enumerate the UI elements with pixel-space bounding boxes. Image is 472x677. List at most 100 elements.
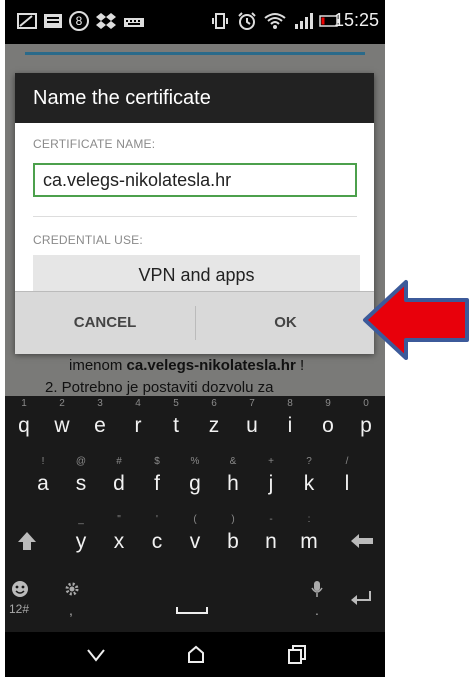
back-chevron-icon[interactable] xyxy=(76,640,116,670)
certificate-name-label: CERTIFICATE NAME: xyxy=(33,137,156,151)
gear-icon[interactable] xyxy=(63,580,81,598)
home-icon[interactable] xyxy=(176,640,216,670)
key-alt-label: _ xyxy=(78,514,84,525)
key-y[interactable]: _ y xyxy=(62,512,100,568)
signal-icon xyxy=(295,13,313,29)
period-key[interactable]: . xyxy=(315,602,319,618)
key-alt-label: 7 xyxy=(249,398,255,409)
dialog-title: Name the certificate xyxy=(15,73,374,123)
enter-icon[interactable] xyxy=(349,589,373,607)
key-label: u xyxy=(246,414,258,437)
key-label: v xyxy=(189,530,201,553)
mic-icon[interactable] xyxy=(311,580,323,598)
keyboard-icon xyxy=(124,18,144,27)
button-divider xyxy=(195,306,196,340)
key-t[interactable]: 5t xyxy=(157,396,195,452)
key-alt-label: @ xyxy=(75,456,87,467)
key-n[interactable]: -n xyxy=(252,512,290,568)
key-label: n xyxy=(265,530,277,553)
symbols-key[interactable]: 12# xyxy=(9,602,29,616)
key-d[interactable]: # d xyxy=(100,454,138,510)
key-m[interactable]: :m xyxy=(290,512,328,568)
key-s[interactable]: @ s xyxy=(62,454,100,510)
key-label: k xyxy=(303,472,315,495)
key-g[interactable]: % g xyxy=(176,454,214,510)
key-label: g xyxy=(189,472,201,495)
key-v[interactable]: (v xyxy=(176,512,214,568)
key-f[interactable]: $ f xyxy=(138,454,176,510)
red-pointer-arrow-icon xyxy=(363,280,469,360)
key-k[interactable]: ? k xyxy=(290,454,328,510)
credential-use-label: CREDENTIAL USE: xyxy=(33,233,143,247)
key-label: s xyxy=(75,472,87,495)
key-a[interactable]: ! a xyxy=(24,454,62,510)
key-b[interactable]: ) b xyxy=(214,512,252,568)
key-label: f xyxy=(154,472,160,495)
key-p[interactable]: 0p xyxy=(347,396,385,452)
key-alt-label: + xyxy=(268,456,274,467)
key-label: h xyxy=(227,472,239,495)
credential-use-select[interactable]: VPN and apps xyxy=(33,255,360,295)
key-alt-label: ! xyxy=(41,456,45,467)
key-alt-label: 6 xyxy=(211,398,217,409)
key-h[interactable]: & h xyxy=(214,454,252,510)
key-label: e xyxy=(94,414,106,437)
dialog-button-bar: CANCEL OK xyxy=(15,291,374,354)
message-icon xyxy=(44,14,62,28)
name-certificate-dialog: Name the certificate CERTIFICATE NAME: c… xyxy=(15,73,374,354)
background-text-line2: 2. Potrebno je postaviti dozvolu za xyxy=(45,379,274,396)
navigation-bar xyxy=(5,632,385,677)
key-alt-label: / xyxy=(345,456,349,467)
key-i[interactable]: 8i xyxy=(271,396,309,452)
key-label: x xyxy=(113,530,125,553)
comma-key[interactable]: , xyxy=(69,602,73,618)
vibrate-icon xyxy=(212,13,228,29)
shift-icon[interactable] xyxy=(15,529,39,553)
backspace-icon[interactable] xyxy=(349,531,375,551)
key-alt-label: 5 xyxy=(173,398,179,409)
key-label: m xyxy=(300,530,318,553)
key-label: b xyxy=(227,530,239,553)
key-alt-label: # xyxy=(116,456,122,467)
key-alt-label: % xyxy=(190,456,200,467)
key-j[interactable]: + j xyxy=(252,454,290,510)
recents-icon[interactable] xyxy=(276,640,316,670)
key-w[interactable]: 2w xyxy=(43,396,81,452)
key-label: r xyxy=(134,414,142,437)
key-alt-label: " xyxy=(117,514,121,525)
gallery-icon xyxy=(17,13,37,29)
key-alt-label: 3 xyxy=(97,398,103,409)
key-l[interactable]: / l xyxy=(328,454,366,510)
key-z[interactable]: 6z xyxy=(195,396,233,452)
key-alt-label: 8 xyxy=(287,398,293,409)
certificate-name-input[interactable]: ca.velegs-nikolatesla.hr xyxy=(33,163,357,197)
key-e[interactable]: 3e xyxy=(81,396,119,452)
ok-button[interactable]: OK xyxy=(197,292,374,354)
key-q[interactable]: 1q xyxy=(5,396,43,452)
key-alt-label: 9 xyxy=(325,398,331,409)
cancel-button[interactable]: CANCEL xyxy=(15,292,195,354)
wifi-icon xyxy=(264,13,286,29)
key-r[interactable]: 4r xyxy=(119,396,157,452)
key-label: j xyxy=(268,472,274,495)
key-label: p xyxy=(360,414,372,437)
key-alt-label: $ xyxy=(154,456,160,467)
key-label: y xyxy=(75,530,87,553)
key-alt-label: ( xyxy=(193,514,197,525)
key-label: w xyxy=(54,414,70,437)
red-arrow-shape xyxy=(363,280,469,360)
dropbox-icon xyxy=(96,13,116,29)
key-u[interactable]: 7u xyxy=(233,396,271,452)
key-label: z xyxy=(208,414,220,437)
key-o[interactable]: 9o xyxy=(309,396,347,452)
key-alt-label: : xyxy=(307,514,311,525)
space-icon[interactable] xyxy=(175,604,209,616)
key-c[interactable]: ' c xyxy=(138,512,176,568)
alarm-icon xyxy=(238,12,256,30)
background-text-line1: imenom ca.velegs-nikolatesla.hr ! xyxy=(69,357,305,374)
key-x[interactable]: " x xyxy=(100,512,138,568)
key-alt-label: - xyxy=(269,514,273,525)
key-label: d xyxy=(113,472,125,495)
notification-badge-icon: 8 xyxy=(69,11,89,31)
emoji-icon[interactable] xyxy=(11,580,29,598)
